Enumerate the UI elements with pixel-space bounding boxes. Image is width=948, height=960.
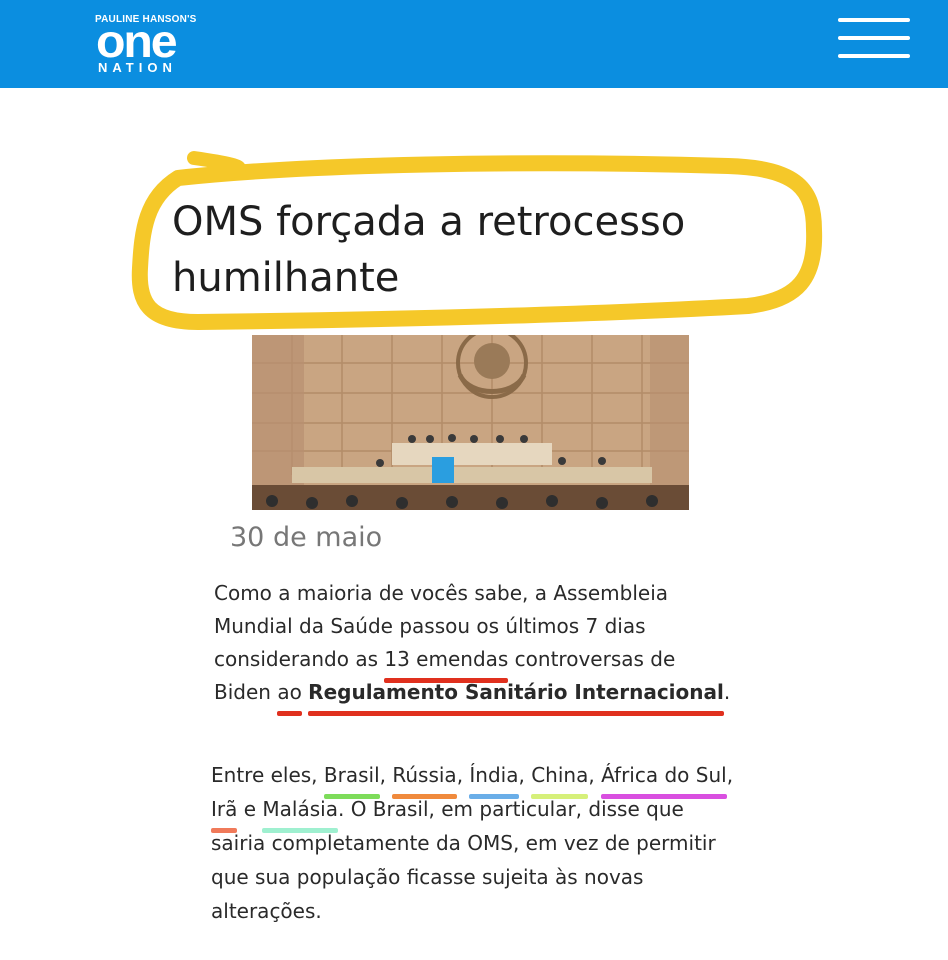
article-date: 30 de maio xyxy=(230,522,383,553)
one-nation-logo[interactable]: PAULINE HANSON'S one NATION xyxy=(92,14,212,78)
site-header: PAULINE HANSON'S one NATION xyxy=(0,0,948,88)
article-title: OMS forçada a retrocesso humilhante xyxy=(172,194,792,306)
assembly-hall-photo xyxy=(252,335,689,510)
text-segment: . xyxy=(723,680,731,704)
country-china: China xyxy=(531,758,589,799)
country-india: Índia xyxy=(469,758,519,799)
separator: , xyxy=(456,763,470,787)
logo-bottom-text: NATION xyxy=(98,60,177,75)
article-paragraph-1: Como a maioria de vocês sabe, a Assemble… xyxy=(214,577,734,716)
separator: , xyxy=(726,763,734,787)
text-segment: Entre eles, xyxy=(211,763,324,787)
hamburger-menu-icon[interactable] xyxy=(838,18,910,60)
country-malasia: Malásia xyxy=(262,792,338,833)
country-africa-do-sul: África do Sul xyxy=(601,758,727,799)
article-paragraph-2: Entre eles, Brasil, Rússia, Índia, China… xyxy=(211,758,741,928)
country-ira: Irã xyxy=(211,792,238,833)
separator: , xyxy=(588,763,602,787)
underlined-regulamento-link[interactable]: Regulamento Sanitário Internacional xyxy=(308,676,724,716)
underlined-ao: ao xyxy=(277,676,302,716)
separator: e xyxy=(237,797,263,821)
underlined-emendas: 13 emendas xyxy=(384,643,508,683)
country-brasil: Brasil xyxy=(323,758,380,799)
separator: , xyxy=(379,763,393,787)
logo-main-text: one xyxy=(96,15,178,67)
title-line-1: OMS forçada a retrocesso xyxy=(172,199,686,245)
title-line-2: humilhante xyxy=(172,255,400,301)
country-russia: Rússia xyxy=(392,758,458,799)
separator: , xyxy=(518,763,532,787)
